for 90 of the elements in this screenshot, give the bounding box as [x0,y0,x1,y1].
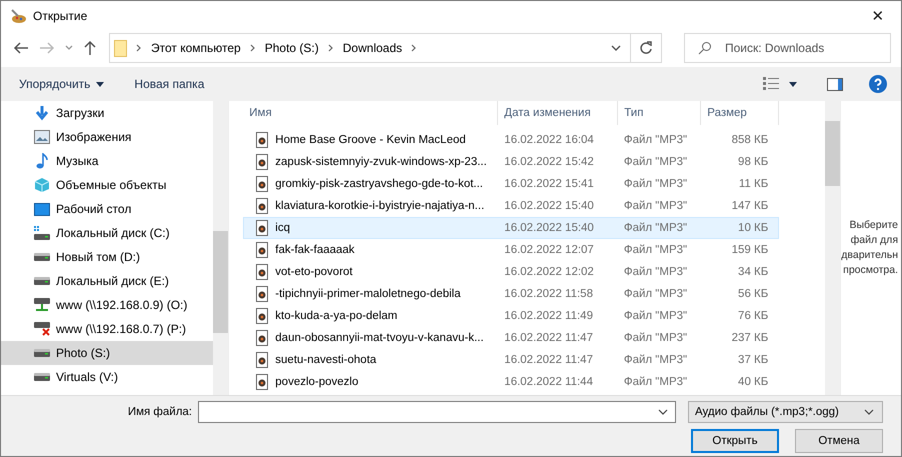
column-header[interactable]: Имя [243,101,498,125]
preview-message: дварительн [841,248,898,263]
audio-file-icon [256,176,268,192]
audio-file-icon [256,330,268,346]
file-row[interactable]: Home Base Groove - Kevin MacLeod 16.02.2022 16:04 Файл "MP3" 858 КБ [243,129,780,151]
sidebar-item[interactable]: Загрузки [1,101,214,125]
audio-file-icon [256,220,268,236]
column-header[interactable]: Дата изменения [498,101,618,125]
chevron-down-icon[interactable] [611,45,621,51]
audio-file-icon [256,352,268,368]
close-button[interactable]: ✕ [855,1,901,31]
system-drive-icon [34,226,50,240]
sidebar-item[interactable]: www (\\192.168.0.9) (O:) [1,293,214,317]
window-title: Открытие [33,9,88,23]
disconnected-drive-icon [34,322,50,336]
chevron-right-icon [136,44,142,52]
drive-icon [34,277,50,285]
desktop-icon [34,202,50,216]
file-type-dropdown[interactable]: Аудио файлы (*.mp3;*.ogg) [688,401,883,423]
sidebar-item[interactable]: Изображения [1,125,214,149]
audio-file-icon [256,264,268,280]
download-arrow-icon [34,105,50,121]
organize-button[interactable]: Упорядочить [9,73,114,95]
file-row[interactable]: vot-eto-povorot 16.02.2022 12:02 Файл "MP3" 34 КБ [243,261,780,283]
preview-message: файл для [850,233,898,248]
sidebar-item[interactable]: Локальный диск (E:) [1,269,214,293]
filename-field[interactable] [198,401,676,423]
audio-file-icon [256,286,268,302]
network-drive-icon [34,298,50,312]
chevron-right-icon [328,44,334,52]
file-row[interactable]: fak-fak-faaaaak 16.02.2022 12:07 Файл "MP3" 159 КБ [243,239,780,261]
file-row[interactable]: gromkiy-pisk-zastryavshego-gde-to-kot... 16.02.2022 15:41 Файл "MP3" 11 КБ [243,173,780,195]
audio-file-icon [256,132,268,148]
breadcrumb-item[interactable]: Downloads [342,41,402,55]
view-list-icon[interactable] [763,77,779,91]
file-row[interactable]: zapusk-sistemnyiy-zvuk-windows-xp-23... 16.02.2022 15:42 Файл "MP3" 98 КБ [243,151,780,173]
chevron-down-icon [864,409,874,415]
file-row[interactable]: povezlo-povezlo 16.02.2022 11:44 Файл "MP3" 40 КБ [243,371,780,393]
filename-label: Имя файла: [128,406,192,418]
sidebar-item[interactable]: Новый том (D:) [1,245,214,269]
preview-message: просмотра. [843,263,898,278]
scrollbar[interactable] [213,101,228,395]
search-icon [698,41,712,55]
dropdown-arrow-icon[interactable] [789,82,797,86]
music-note-icon [34,153,50,169]
folder-icon [114,40,127,56]
drive-icon [34,253,50,261]
preview-message: Выберите [849,218,898,233]
chevron-right-icon [250,44,256,52]
open-button[interactable]: Открыть [691,429,779,453]
file-row[interactable]: kto-kuda-a-ya-po-delam 16.02.2022 11:49 Файл "MP3" 76 КБ [243,305,780,327]
column-header[interactable]: Тип [618,101,702,125]
file-row[interactable]: icq 16.02.2022 15:40 Файл "MP3" 10 КБ [243,217,780,239]
refresh-icon[interactable] [639,41,653,55]
file-row[interactable]: -tipichnyii-primer-maloletnego-debila 16.02.2022 11:58 Файл "MP3" 56 КБ [243,283,780,305]
sidebar-item[interactable]: Рабочий стол [1,197,214,221]
cube-icon [34,177,50,193]
scrollbar[interactable] [825,101,840,395]
drive-icon [34,373,50,381]
up-arrow-icon[interactable] [83,40,97,56]
audio-file-icon [256,374,268,390]
sidebar-item[interactable]: Photo (S:) [1,341,214,365]
drive-icon [34,349,50,357]
file-row[interactable]: klaviatura-korotkie-i-byistryie-najatiya-n... 16.02.2022 15:40 Файл "MP3" 147 КБ [243,195,780,217]
search-field[interactable]: Поиск: Downloads [684,33,891,63]
app-icon [9,8,27,24]
preview-pane-icon[interactable] [827,78,843,90]
audio-file-icon [256,154,268,170]
back-icon[interactable] [13,41,29,55]
chevron-right-icon [411,44,418,52]
cancel-button[interactable]: Отмена [795,429,883,453]
sidebar-item[interactable]: Virtuals (V:) [1,365,214,389]
new-folder-button[interactable]: Новая папка [124,73,214,95]
sidebar-item[interactable]: Музыка [1,149,214,173]
breadcrumb-item[interactable]: Этот компьютер [151,41,241,55]
audio-file-icon [256,242,268,258]
chevron-down-icon [658,409,668,415]
sidebar-item[interactable]: www (\\192.168.0.7) (P:) [1,317,214,341]
picture-icon [34,130,50,144]
dropdown-arrow-icon [96,82,104,86]
breadcrumb-item[interactable]: Photo (S:) [264,41,319,55]
file-row[interactable]: suetu-navesti-ohota 16.02.2022 11:47 Файл "MP3" 37 КБ [243,349,780,371]
sidebar-item[interactable]: Объемные объекты [1,173,214,197]
sidebar-item[interactable]: Локальный диск (C:) [1,221,214,245]
address-bar[interactable]: Этот компьютер Photo (S:) Downloads [109,33,662,63]
column-header[interactable]: Размер [701,101,780,125]
help-icon[interactable] [869,75,887,93]
audio-file-icon [256,308,268,324]
audio-file-icon [256,198,268,214]
file-row[interactable]: daun-obosannyii-mat-tvoyu-v-kanavu-k... 16.02.2022 11:47 Файл "MP3" 237 КБ [243,327,780,349]
